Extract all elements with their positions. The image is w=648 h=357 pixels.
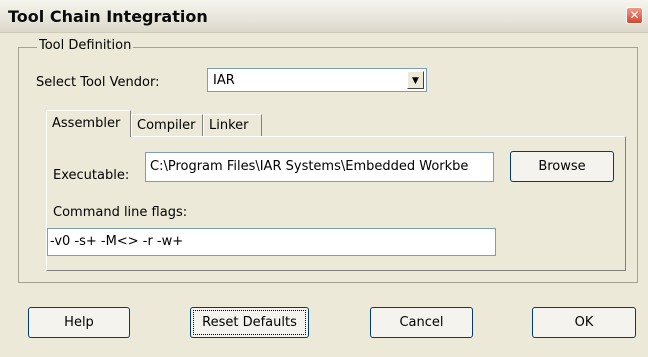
vendor-label: Select Tool Vendor: — [36, 75, 160, 90]
executable-field[interactable]: C:\Program Files\IAR Systems\Embedded Wo… — [145, 152, 494, 182]
executable-label: Executable: — [53, 168, 130, 183]
chevron-down-icon[interactable]: ▼ — [407, 71, 424, 89]
tab-assembler[interactable]: Assembler — [46, 110, 131, 137]
group-legend: Tool Definition — [37, 38, 134, 53]
tab-linker[interactable]: Linker — [203, 114, 262, 136]
reset-defaults-button[interactable]: Reset Defaults — [190, 307, 309, 338]
browse-button[interactable]: Browse — [510, 151, 614, 182]
cancel-button[interactable]: Cancel — [370, 307, 473, 338]
vendor-select[interactable]: IAR ▼ — [207, 68, 427, 92]
window-title: Tool Chain Integration — [8, 7, 208, 26]
title-bar: Tool Chain Integration ✕ — [0, 0, 648, 33]
tab-compiler[interactable]: Compiler — [131, 114, 203, 136]
vendor-select-value: IAR — [213, 73, 235, 88]
command-flags-label: Command line flags: — [53, 205, 188, 220]
close-icon[interactable]: ✕ — [626, 7, 643, 24]
help-button[interactable]: Help — [28, 307, 130, 338]
command-flags-field[interactable]: -v0 -s+ -M<> -r -w+ — [47, 228, 496, 256]
ok-button[interactable]: OK — [532, 307, 636, 338]
